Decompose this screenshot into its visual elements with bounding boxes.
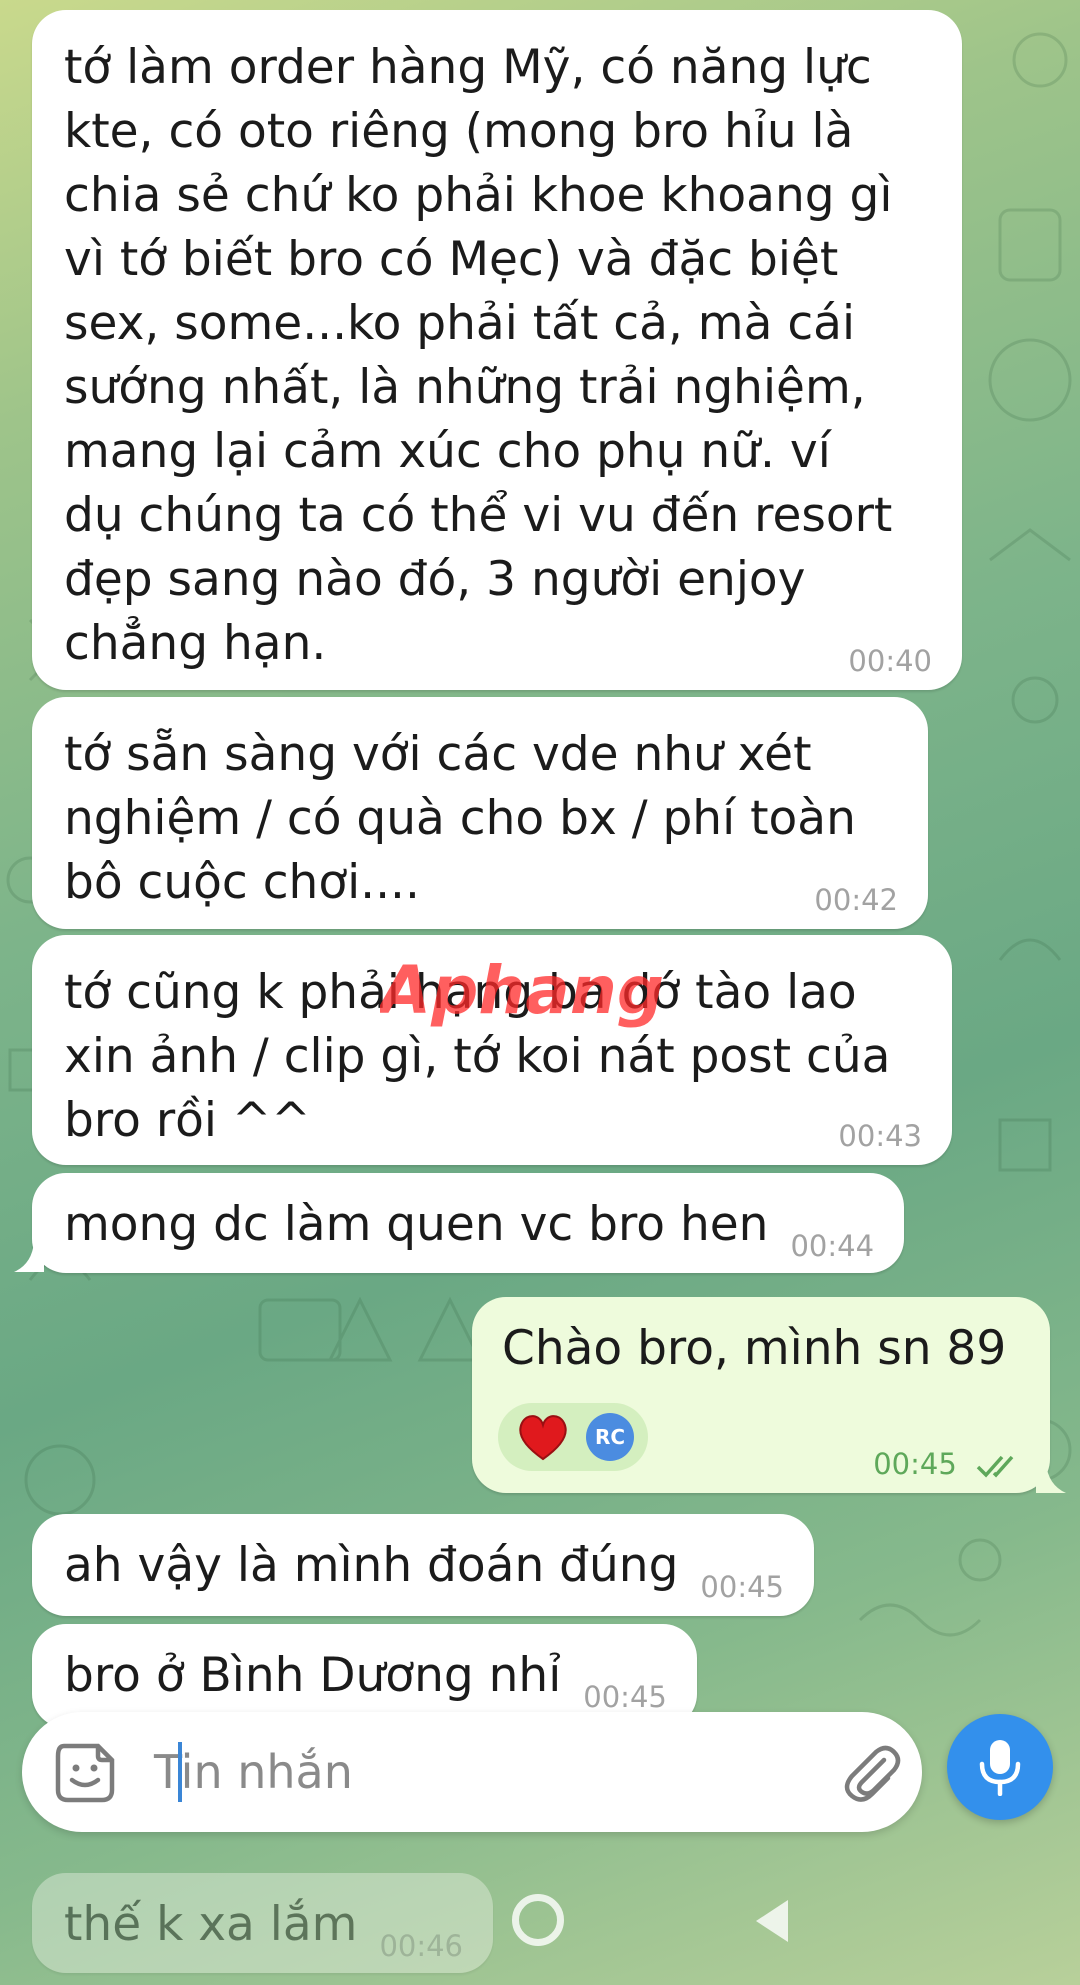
- svg-text:Aphang: Aphang: [380, 952, 664, 1029]
- message-text: tớ làm order hàng Mỹ, có năng lực kte, c…: [64, 40, 893, 671]
- message-text: thế k xa lắm: [64, 1897, 358, 1952]
- message-text: ah vậy là mình đoán đúng: [64, 1538, 679, 1593]
- message-input[interactable]: Tin nhắn: [154, 1742, 353, 1802]
- message-text: Chào bro, mình sn 89: [502, 1321, 1007, 1376]
- home-nav-button[interactable]: [512, 1894, 564, 1946]
- text-cursor: [178, 1742, 182, 1802]
- message-time: 00:42: [814, 883, 898, 917]
- incoming-message[interactable]: thế k xa lắm 00:46: [32, 1873, 494, 1973]
- reactor-avatar: RC: [586, 1413, 634, 1461]
- message-composer[interactable]: Tin nhắn: [22, 1712, 922, 1832]
- message-time: 00:46: [379, 1929, 464, 1963]
- message-time: 00:45: [700, 1570, 784, 1604]
- message-time: 00:45: [873, 1447, 957, 1481]
- double-check-icon: [976, 1455, 1014, 1478]
- message-text: mong dc làm quen vc bro hen: [64, 1197, 769, 1252]
- message-status: 00:45: [873, 1449, 1020, 1479]
- bubble-tail: [14, 1242, 44, 1272]
- back-nav-icon[interactable]: [752, 1896, 792, 1946]
- message-time: 00:43: [838, 1119, 922, 1153]
- microphone-icon: [979, 1740, 1021, 1796]
- message-time: 00:40: [848, 644, 932, 678]
- heart-icon: [519, 1415, 567, 1461]
- sticker-icon[interactable]: [54, 1742, 116, 1804]
- message-time: 00:45: [583, 1680, 667, 1714]
- message-time: 00:44: [790, 1229, 875, 1263]
- reaction-chip[interactable]: RC: [498, 1403, 648, 1471]
- incoming-message[interactable]: mong dc làm quen vc bro hen 00:44: [32, 1173, 905, 1273]
- message-text: tớ sẵn sàng với các vde như xét nghiệm /…: [64, 727, 856, 910]
- aphang-watermark-logo: Aphang: [380, 952, 664, 1029]
- incoming-message[interactable]: tớ làm order hàng Mỹ, có năng lực kte, c…: [32, 10, 962, 690]
- attach-icon[interactable]: [840, 1742, 902, 1804]
- incoming-message[interactable]: tớ sẵn sàng với các vde như xét nghiệm /…: [32, 697, 928, 929]
- message-text: bro ở Bình Dương nhỉ: [64, 1648, 562, 1703]
- incoming-message[interactable]: ah vậy là mình đoán đúng 00:45: [32, 1514, 814, 1616]
- voice-record-button[interactable]: [947, 1714, 1053, 1820]
- outgoing-message[interactable]: Chào bro, mình sn 89 RC 00:45: [472, 1297, 1050, 1493]
- bubble-tail: [1036, 1463, 1066, 1493]
